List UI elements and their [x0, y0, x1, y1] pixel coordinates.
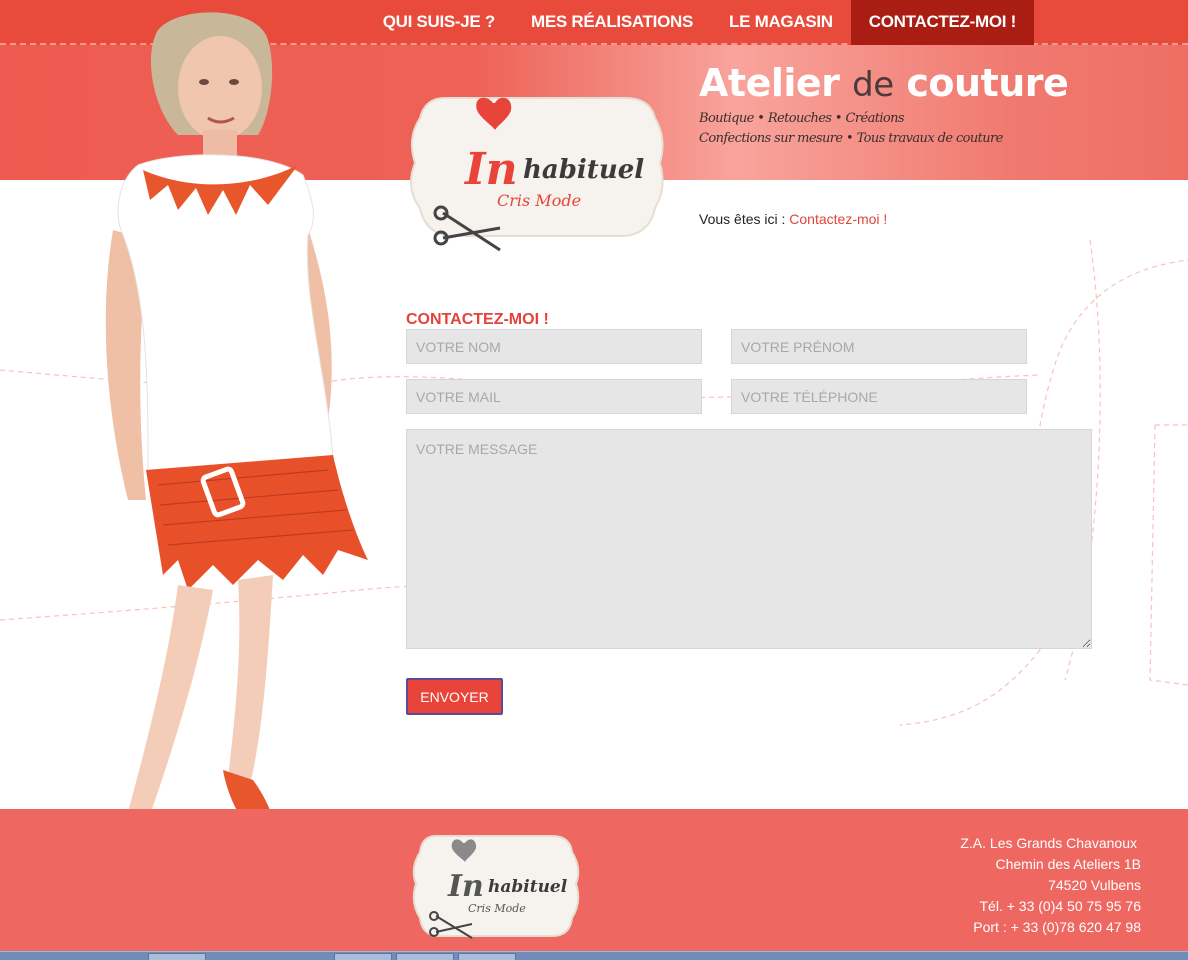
tagline-services: Boutique • Retouches • Créations: [699, 111, 905, 126]
logo-habituel: habituel: [523, 155, 644, 185]
send-button[interactable]: ENVOYER: [406, 678, 503, 715]
nav-item-le-magasin[interactable]: LE MAGASIN: [711, 0, 851, 45]
logo-in: In: [463, 144, 518, 195]
message-textarea[interactable]: [406, 429, 1092, 649]
nav-item-mes-realisations[interactable]: MES RÉALISATIONS: [513, 0, 711, 45]
page-title: Atelier de couture: [699, 61, 1069, 105]
brand-logo: In habituel Cris Mode: [410, 97, 664, 252]
form-title: CONTACTEZ-MOI !: [406, 311, 549, 328]
name-input[interactable]: [406, 329, 702, 364]
address-line-3: 74520 Vulbens: [1048, 877, 1141, 893]
nav-item-contactez-moi[interactable]: CONTACTEZ-MOI !: [850, 0, 1034, 45]
footer-logo-habituel: habituel: [488, 877, 568, 897]
breadcrumb-prefix: Vous êtes ici :: [699, 211, 786, 227]
footer-logo-sub: Cris Mode: [468, 902, 526, 915]
mobile-line: Port : + 33 (0)78 620 47 98: [973, 919, 1141, 935]
logo-sub: Cris Mode: [497, 191, 581, 210]
tagline-confections: Confections sur mesure • Tous travaux de…: [699, 131, 1003, 146]
phone-line: Tél. + 33 (0)4 50 75 95 76: [979, 898, 1142, 914]
firstname-input[interactable]: [731, 329, 1027, 364]
email-input[interactable]: [406, 379, 702, 414]
breadcrumb: Vous êtes ici : Contactez-moi !: [699, 211, 887, 227]
breadcrumb-current[interactable]: Contactez-moi !: [789, 211, 887, 227]
address-line-2: Chemin des Ateliers 1B: [995, 856, 1141, 872]
main-nav: QUI SUIS-JE ? MES RÉALISATIONS LE MAGASI…: [365, 0, 1034, 45]
footer-logo-in: In: [447, 869, 484, 904]
address-line-1: Z.A. Les Grands Chavanoux: [960, 835, 1137, 851]
phone-input[interactable]: [731, 379, 1027, 414]
footer-address: Z.A. Les Grands Chavanoux Chemin des Ate…: [960, 833, 1141, 938]
footer-logo: In habituel Cris Mode: [412, 835, 580, 939]
